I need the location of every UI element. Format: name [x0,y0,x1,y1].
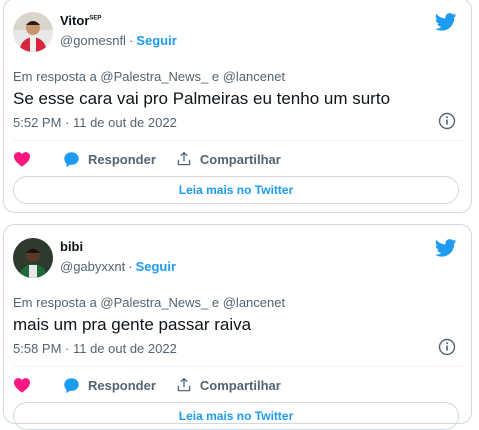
info-icon[interactable] [438,338,456,356]
reply-label: Responder [88,151,156,167]
avatar[interactable] [13,238,53,278]
divider [13,140,462,141]
reply-button[interactable]: Responder [63,377,156,394]
follow-link[interactable]: Seguir [136,33,176,48]
twitter-bird-icon[interactable] [435,13,457,31]
reply-button[interactable]: Responder [63,151,156,168]
user-handle[interactable]: @gomesnfl [60,33,126,48]
separator-dot: · [128,259,133,274]
display-name[interactable]: VitorSEP [60,13,101,28]
separator-dot: · [128,33,134,48]
tweet-timestamp[interactable]: 5:52 PM · 11 de out de 2022 [13,115,177,130]
share-icon [177,151,191,166]
share-icon [177,377,191,392]
like-button[interactable] [13,151,31,167]
display-name-text: Vitor [60,13,90,28]
reply-label: Responder [88,377,156,393]
like-button[interactable] [13,377,31,393]
tweet-card[interactable]: VitorSEP @gomesnfl · Seguir Em resposta a … [3,0,472,213]
read-more-button[interactable]: Leia mais no Twitter [13,176,459,204]
heart-icon [14,152,30,167]
read-more-button[interactable]: Leia mais no Twitter [13,402,459,430]
tweet-timestamp[interactable]: 5:58 PM · 11 de out de 2022 [13,341,177,356]
share-button[interactable]: Compartilhar [176,151,281,167]
twitter-bird-icon[interactable] [435,239,457,257]
reply-context: Em resposta a @Palestra_News_ e @lancene… [13,295,286,310]
reply-bubble-icon [64,377,79,393]
display-name[interactable]: bibi [60,239,83,254]
reply-bubble-icon [64,151,79,167]
tweet-text: mais um pra gente passar raiva [13,315,252,334]
tweet-card[interactable]: bibi @gabyxxnt · Seguir Em resposta a @Pal… [3,224,472,430]
heart-icon [14,378,30,393]
tweet-text: Se esse cara vai pro Palmeiras eu tenho … [13,89,391,108]
share-button[interactable]: Compartilhar [176,377,281,393]
reply-context: Em resposta a @Palestra_News_ e @lancene… [13,69,286,84]
info-icon[interactable] [438,112,456,130]
follow-link[interactable]: Seguir [136,259,176,274]
share-label: Compartilhar [199,377,281,393]
avatar[interactable] [13,12,53,52]
name-badge: SEP [89,15,102,22]
share-label: Compartilhar [199,151,281,167]
user-handle[interactable]: @gabyxxnt [60,259,125,274]
divider [13,366,462,367]
